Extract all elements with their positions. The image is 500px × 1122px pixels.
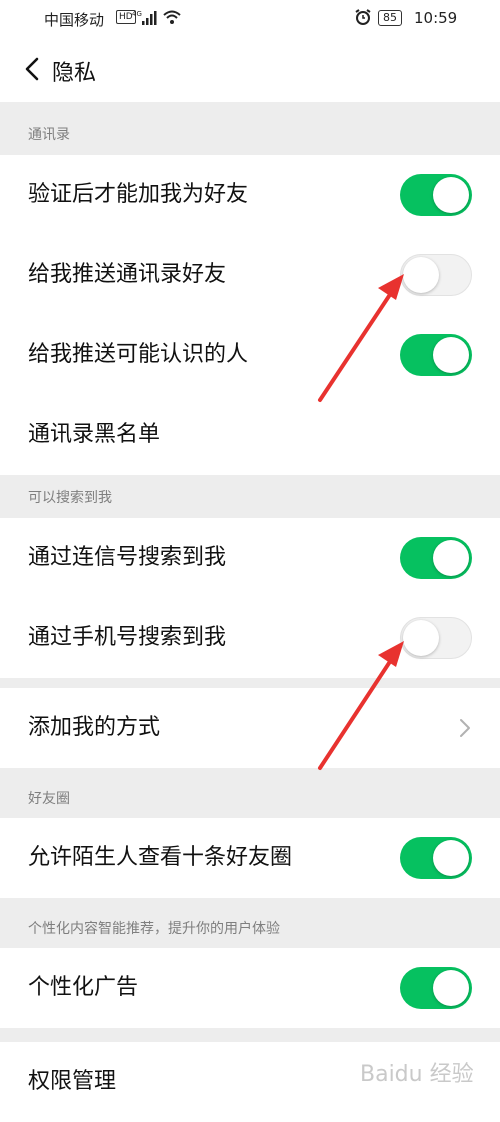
row-label: 添加我的方式	[28, 715, 161, 740]
row-label: 给我推送可能认识的人	[28, 342, 249, 367]
battery-indicator: 85	[378, 10, 402, 26]
personalized-ads-toggle[interactable]	[400, 967, 472, 1009]
toggle-knob	[403, 257, 439, 293]
page-title: 隐私	[52, 61, 97, 86]
row-push-contacts: 给我推送通讯录好友	[0, 235, 500, 315]
row-label: 给我推送通讯录好友	[28, 262, 227, 287]
clock: 10:59	[414, 9, 458, 27]
push-may-know-toggle[interactable]	[400, 334, 472, 376]
row-verify-friend: 验证后才能加我为好友	[0, 155, 500, 235]
row-label: 个性化广告	[28, 975, 139, 1000]
section-header-search: 可以搜索到我	[28, 490, 112, 506]
stranger-moments-toggle[interactable]	[400, 837, 472, 879]
network-type: 4G	[132, 10, 142, 18]
search-by-phone-toggle[interactable]	[400, 617, 472, 659]
toggle-knob	[433, 970, 469, 1006]
section-header-personalization: 个性化内容智能推荐，提升你的用户体验	[28, 921, 280, 937]
toggle-knob	[433, 337, 469, 373]
group-moments: 允许陌生人查看十条好友圈	[0, 818, 500, 898]
row-push-may-know: 给我推送可能认识的人	[0, 315, 500, 395]
row-blacklist[interactable]: 通讯录黑名单	[0, 395, 500, 475]
toggle-knob	[433, 840, 469, 876]
row-label: 通过手机号搜索到我	[28, 625, 227, 650]
toggle-knob	[433, 540, 469, 576]
row-search-by-phone: 通过手机号搜索到我	[0, 598, 500, 678]
push-contacts-toggle[interactable]	[400, 254, 472, 296]
row-label: 允许陌生人查看十条好友圈	[28, 845, 293, 870]
row-stranger-moments: 允许陌生人查看十条好友圈	[0, 818, 500, 898]
group-personalization: 个性化广告	[0, 948, 500, 1028]
row-personalized-ads: 个性化广告	[0, 948, 500, 1028]
back-icon[interactable]	[22, 56, 42, 82]
section-header-contacts: 通讯录	[28, 127, 70, 143]
row-add-methods[interactable]: 添加我的方式	[0, 688, 500, 768]
group-search: 通过连信号搜索到我 通过手机号搜索到我	[0, 518, 500, 678]
row-label: 权限管理	[28, 1069, 117, 1094]
group-contacts: 验证后才能加我为好友 给我推送通讯录好友 给我推送可能认识的人 通讯录黑名单	[0, 155, 500, 475]
row-label: 验证后才能加我为好友	[28, 182, 249, 207]
section-header-moments: 好友圈	[28, 791, 70, 807]
nav-bar: 隐私	[0, 38, 500, 102]
status-bar: 中国移动 HD 4G 85 10:59	[0, 0, 500, 38]
row-search-by-id: 通过连信号搜索到我	[0, 518, 500, 598]
alarm-icon	[354, 8, 372, 30]
carrier-name: 中国移动	[44, 11, 105, 29]
search-by-id-toggle[interactable]	[400, 537, 472, 579]
row-label: 通讯录黑名单	[28, 422, 161, 447]
toggle-knob	[403, 620, 439, 656]
verify-friend-toggle[interactable]	[400, 174, 472, 216]
chevron-right-icon	[458, 717, 472, 739]
group-add-methods: 添加我的方式	[0, 688, 500, 768]
watermark: Baidu 经验	[360, 1062, 474, 1087]
row-label: 通过连信号搜索到我	[28, 545, 227, 570]
wifi-icon	[162, 8, 182, 30]
signal-icon: 4G	[132, 9, 158, 31]
toggle-knob	[433, 177, 469, 213]
